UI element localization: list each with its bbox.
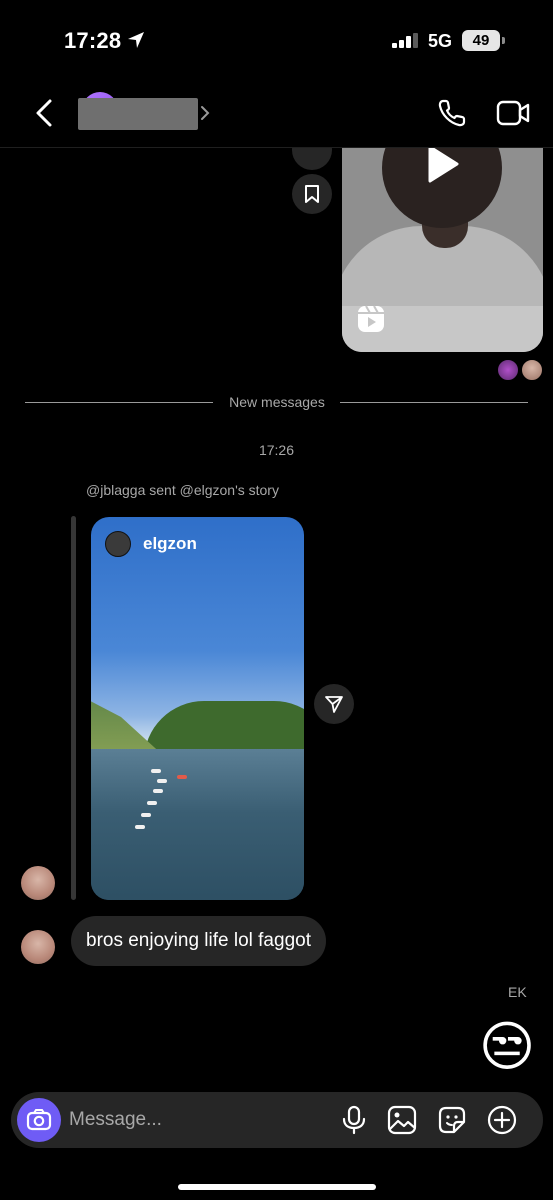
camera-button[interactable] — [17, 1098, 61, 1142]
boat — [141, 813, 151, 817]
story-user-avatar[interactable] — [105, 531, 131, 557]
boat — [157, 779, 167, 783]
bookmark-icon — [305, 185, 319, 203]
story-share-note: @jblagga sent @elgzon's story — [86, 482, 279, 498]
microphone-icon[interactable] — [338, 1104, 370, 1136]
reels-icon — [358, 305, 384, 332]
plus-circle-icon[interactable] — [486, 1104, 518, 1136]
status-bar: 17:28 5G 49 — [0, 0, 553, 80]
message-composer — [11, 1092, 543, 1148]
status-time: 17:28 — [64, 28, 122, 53]
boat — [177, 775, 187, 779]
new-messages-divider: New messages — [25, 394, 528, 410]
share-button-partial[interactable] — [292, 148, 332, 170]
message-input[interactable] — [69, 1100, 319, 1140]
back-arrow-icon[interactable] — [30, 96, 60, 130]
shared-story-card[interactable]: elgzon — [91, 517, 304, 900]
signal-bars-icon — [392, 33, 418, 48]
shared-reel-card[interactable] — [342, 148, 543, 352]
boat — [153, 789, 163, 793]
seen-avatar-2 — [521, 359, 543, 381]
emoji-message[interactable]: 😒 — [476, 1016, 538, 1078]
sender-avatar[interactable] — [21, 930, 55, 964]
message-thread[interactable]: New messages 17:26 @jblagga sent @elgzon… — [0, 148, 553, 1088]
sticker-icon[interactable] — [436, 1104, 468, 1136]
reply-bar — [71, 516, 76, 900]
video-call-icon[interactable] — [496, 98, 530, 128]
new-messages-label: New messages — [229, 394, 325, 410]
message-bubble[interactable]: bros enjoying life lol faggot — [71, 916, 326, 966]
chat-header — [0, 80, 553, 148]
chevron-right-icon[interactable] — [199, 104, 211, 122]
home-indicator[interactable] — [178, 1184, 376, 1190]
play-icon[interactable] — [426, 148, 460, 184]
boat — [135, 825, 145, 829]
location-arrow-icon — [128, 32, 144, 48]
gallery-icon[interactable] — [386, 1104, 418, 1136]
battery-level: 49 — [472, 32, 490, 49]
phone-call-icon[interactable] — [436, 97, 468, 129]
seen-avatar-1 — [497, 359, 519, 381]
network-type: 5G — [428, 31, 453, 51]
send-icon — [325, 696, 343, 713]
story-header[interactable]: elgzon — [105, 531, 197, 557]
battery-icon: 49 — [462, 30, 505, 51]
save-button[interactable] — [292, 174, 332, 214]
divider-line-right — [340, 402, 528, 403]
divider-line-left — [25, 402, 213, 403]
boat — [147, 801, 157, 805]
camera-icon — [26, 1109, 52, 1131]
boat — [151, 769, 161, 773]
story-username[interactable]: elgzon — [143, 534, 197, 554]
forward-button[interactable] — [314, 684, 354, 724]
message-timestamp: 17:26 — [258, 442, 295, 458]
sender-avatar[interactable] — [21, 866, 55, 900]
contact-name-redacted[interactable] — [78, 98, 198, 130]
story-image-river — [91, 749, 304, 900]
sender-initials: EK — [508, 984, 527, 1000]
